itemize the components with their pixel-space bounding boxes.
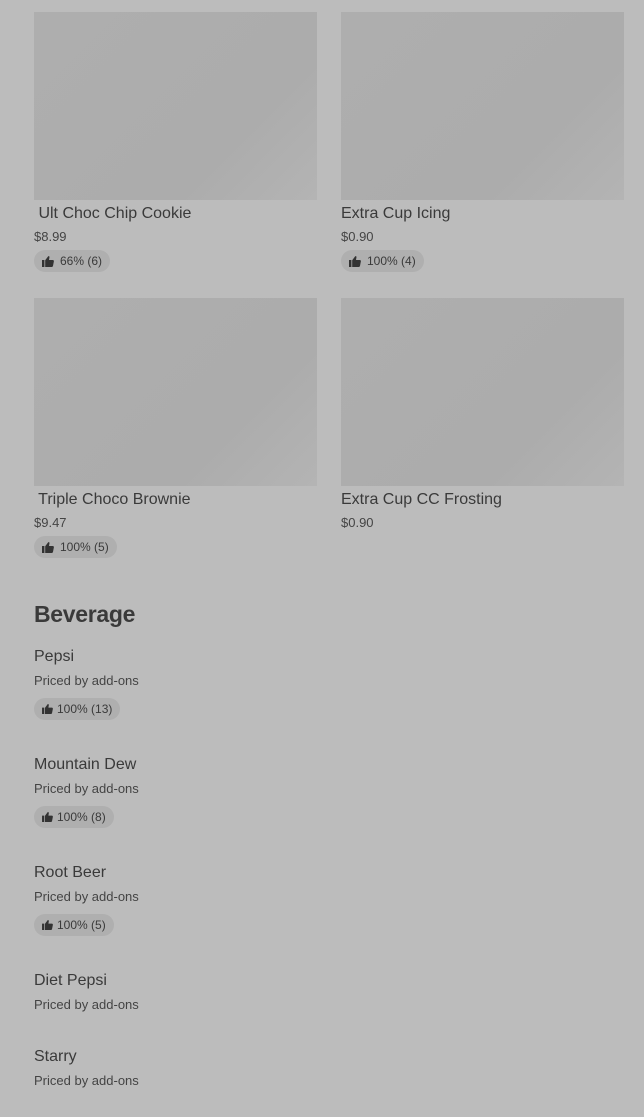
rating-text: 100% (5) xyxy=(60,540,109,554)
beverage-list: Pepsi Priced by add-ons 100% (13) Mounta… xyxy=(34,647,594,1107)
product-name[interactable]: Extra Cup CC Frosting xyxy=(341,490,624,510)
item-name[interactable]: Mountain Dew xyxy=(34,755,594,775)
thumbs-up-icon xyxy=(349,255,361,267)
product-name[interactable]: Ult Choc Chip Cookie xyxy=(34,204,317,224)
product-card[interactable]: Extra Cup Icing $0.90 100% (4) xyxy=(341,12,624,298)
rating-text: 100% (5) xyxy=(57,918,106,932)
item-name[interactable]: Pepsi xyxy=(34,647,594,667)
thumbs-up-icon xyxy=(42,704,53,714)
product-price: $0.90 xyxy=(341,229,374,244)
product-image[interactable] xyxy=(341,298,624,486)
rating-text: 100% (13) xyxy=(57,702,113,716)
product-image[interactable] xyxy=(341,12,624,200)
list-item[interactable]: Mountain Dew Priced by add-ons 100% (8) xyxy=(34,755,594,863)
item-price-note: Priced by add-ons xyxy=(34,997,139,1012)
list-item[interactable]: Diet Pepsi Priced by add-ons xyxy=(34,971,594,1047)
product-image[interactable] xyxy=(34,298,317,486)
item-price-note: Priced by add-ons xyxy=(34,781,139,796)
rating-badge: 100% (13) xyxy=(34,698,121,720)
product-image[interactable] xyxy=(34,12,317,200)
thumbs-up-icon xyxy=(42,255,54,267)
item-price-note: Priced by add-ons xyxy=(34,1073,139,1088)
rating-badge: 66% (6) xyxy=(34,250,111,272)
list-item[interactable]: Root Beer Priced by add-ons 100% (5) xyxy=(34,863,594,971)
item-name[interactable]: Diet Pepsi xyxy=(34,971,594,991)
rating-badge: 100% (5) xyxy=(34,914,114,936)
product-name[interactable]: Triple Choco Brownie xyxy=(34,490,317,510)
thumbs-up-icon xyxy=(42,812,53,822)
rating-text: 100% (8) xyxy=(57,810,106,824)
item-price-note: Priced by add-ons xyxy=(34,889,139,904)
product-price: $0.90 xyxy=(341,515,374,530)
rating-text: 66% (6) xyxy=(60,254,103,268)
product-card[interactable]: Extra Cup CC Frosting $0.90 xyxy=(341,298,624,584)
item-name[interactable]: Root Beer xyxy=(34,863,594,883)
item-price-note: Priced by add-ons xyxy=(34,673,139,688)
product-card[interactable]: Triple Choco Brownie $9.47 100% (5) xyxy=(34,298,317,584)
product-card[interactable]: Ult Choc Chip Cookie $8.99 66% (6) xyxy=(34,12,317,298)
product-name[interactable]: Extra Cup Icing xyxy=(341,204,624,224)
rating-text: 100% (4) xyxy=(367,254,416,268)
section-title-beverage: Beverage xyxy=(34,601,136,627)
rating-badge: 100% (5) xyxy=(34,536,117,558)
item-name[interactable]: Starry xyxy=(34,1047,594,1067)
product-price: $9.47 xyxy=(34,515,67,530)
rating-badge: 100% (8) xyxy=(34,806,114,828)
product-grid: Ult Choc Chip Cookie $8.99 66% (6) Extra… xyxy=(34,12,624,584)
thumbs-up-icon xyxy=(42,920,53,930)
product-price: $8.99 xyxy=(34,229,67,244)
list-item[interactable]: Pepsi Priced by add-ons 100% (13) xyxy=(34,647,594,755)
rating-badge: 100% (4) xyxy=(341,250,424,272)
thumbs-up-icon xyxy=(42,541,54,553)
list-item[interactable]: Starry Priced by add-ons xyxy=(34,1047,594,1107)
